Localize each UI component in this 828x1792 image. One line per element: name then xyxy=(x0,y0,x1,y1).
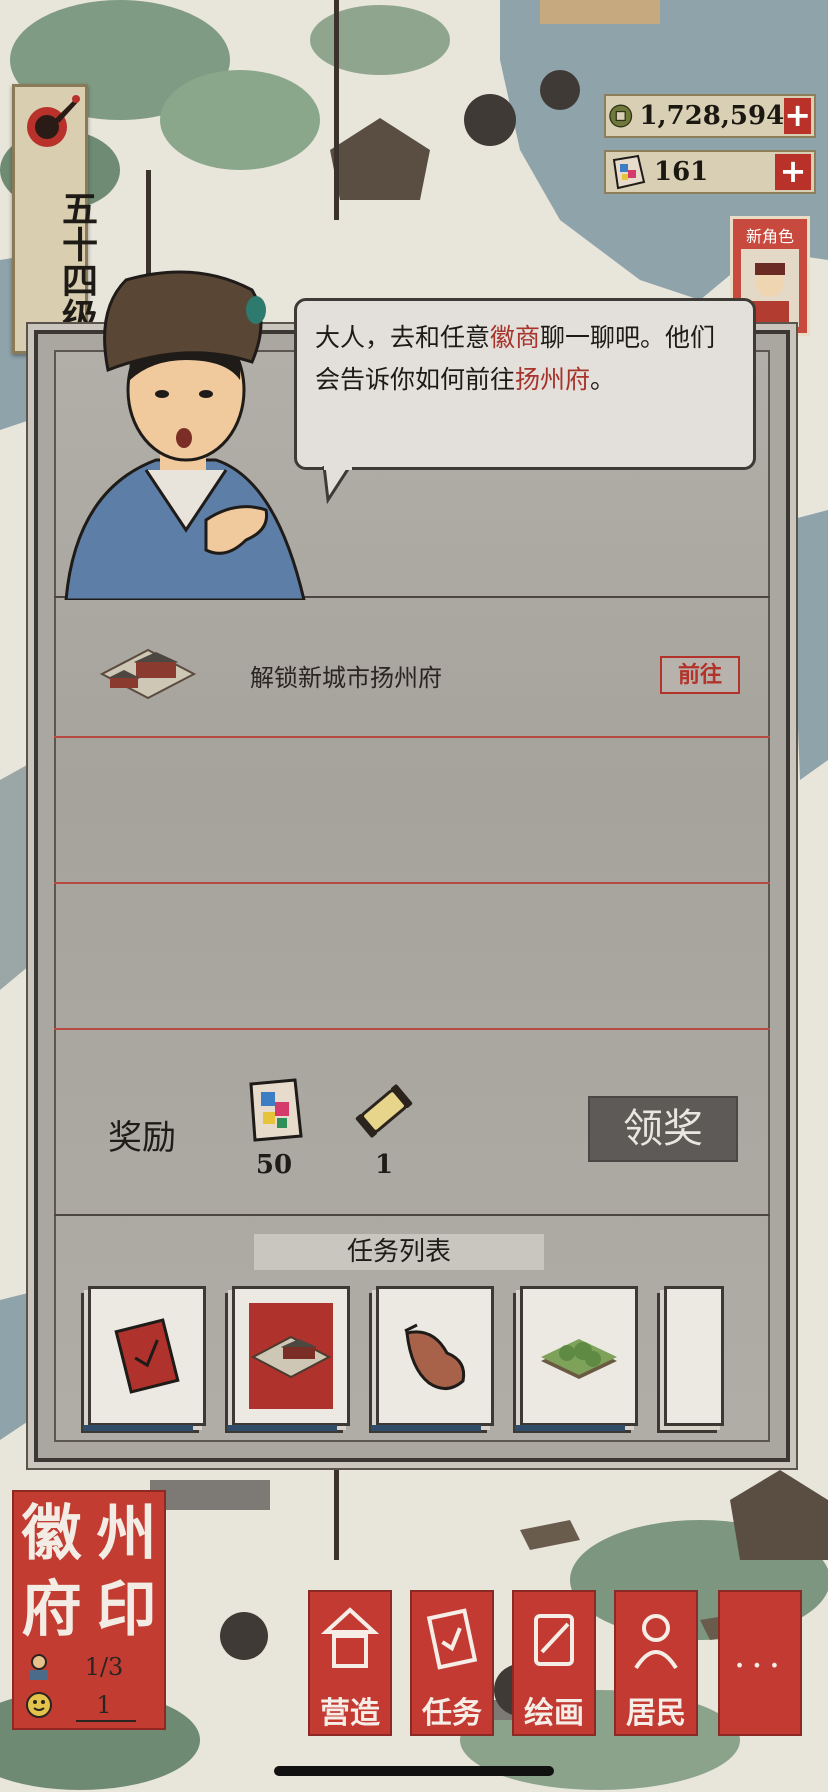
reward-qty-tickets: 50 xyxy=(255,1150,293,1180)
dialog-part-1: 大人，去和任意 xyxy=(315,323,491,352)
menu-paint-label: 绘画 xyxy=(524,1696,584,1731)
dialog-highlight-city: 扬州府 xyxy=(515,365,591,394)
seal-count-1: 1/3 xyxy=(84,1653,124,1681)
building-icon xyxy=(99,648,197,700)
tickets-counter: 161 + xyxy=(604,150,816,194)
resident-icon xyxy=(634,1614,678,1670)
dialog-part-3: 。 xyxy=(590,365,616,394)
task-card-5[interactable] xyxy=(664,1286,724,1426)
card-binder xyxy=(371,1425,481,1431)
coins-counter: 1,728,594 + xyxy=(604,94,816,138)
quest-row: 解锁新城市扬州府 前往 xyxy=(54,614,770,734)
card-binder xyxy=(515,1425,625,1431)
reward-item-tickets: 50 xyxy=(234,1076,314,1180)
quest-line-1 xyxy=(54,736,770,738)
seal-count-2: 1 xyxy=(96,1691,112,1719)
task-list-title: 任务列表 xyxy=(254,1234,544,1270)
quest-line-3 xyxy=(54,1028,770,1030)
seal-char-4: 印 xyxy=(96,1575,157,1645)
add-coins-button[interactable]: + xyxy=(784,98,811,134)
seal-char-1: 徽 xyxy=(21,1499,82,1569)
coins-value: 1,728,594 xyxy=(639,101,785,131)
card-binder xyxy=(664,1425,724,1426)
dialog-highlight-merchant: 徽商 xyxy=(490,323,541,352)
card-binder xyxy=(227,1425,337,1431)
smiley-icon xyxy=(26,1692,52,1718)
npc-speech-bubble: 大人，去和任意徽商聊一聊吧。他们会告诉你如何前往扬州府。 xyxy=(294,298,756,470)
task-card-1[interactable] xyxy=(83,1286,206,1431)
reward-item-scroll: 1 xyxy=(344,1076,424,1180)
tickets-value: 161 xyxy=(654,157,709,187)
menu-task-button[interactable]: 任务 xyxy=(410,1590,494,1736)
more-icon: ··· xyxy=(733,1646,787,1687)
quest-line-2 xyxy=(54,882,770,884)
colorful-ticket-icon xyxy=(612,154,646,190)
leather-pouch-icon xyxy=(404,1323,466,1390)
coin-icon xyxy=(609,104,633,128)
building-icon xyxy=(249,1303,333,1409)
task-book-icon xyxy=(426,1608,478,1670)
menu-paint-button[interactable]: 绘画 xyxy=(512,1590,596,1736)
npc-dialog-text: 大人，去和任意徽商聊一聊吧。他们会告诉你如何前往扬州府。 xyxy=(315,317,737,401)
pavilion-icon xyxy=(320,1607,380,1668)
reward-divider xyxy=(54,1214,770,1216)
reward-label: 奖励 xyxy=(108,1118,176,1158)
claim-reward-button[interactable]: 领奖 xyxy=(588,1096,738,1162)
menu-build-button[interactable]: 营造 xyxy=(308,1590,392,1736)
seal-stat-row-2: 1 xyxy=(24,1688,154,1722)
reward-qty-scroll: 1 xyxy=(374,1150,394,1180)
brush-emblem-icon xyxy=(27,95,80,147)
task-card-3[interactable] xyxy=(371,1286,494,1431)
speech-bubble-tail xyxy=(322,466,352,505)
menu-task-label: 任务 xyxy=(422,1696,482,1731)
add-tickets-button[interactable]: + xyxy=(775,154,811,190)
red-book-icon xyxy=(114,1318,180,1394)
npc-portrait xyxy=(64,270,306,600)
goto-button[interactable]: 前往 xyxy=(660,656,740,694)
menu-resident-button[interactable]: 居民 xyxy=(614,1590,698,1736)
menu-more-button[interactable]: ··· xyxy=(718,1590,802,1736)
scroll-icon xyxy=(355,1084,413,1138)
new-character-label: 新角色 xyxy=(745,227,794,246)
colorful-ticket-icon xyxy=(249,1078,303,1142)
city-seal-card[interactable]: 徽 州 府 印 1/3 1 xyxy=(12,1490,166,1730)
card-binder xyxy=(83,1425,193,1431)
seal-char-3: 府 xyxy=(21,1575,82,1645)
home-indicator[interactable] xyxy=(274,1766,554,1776)
task-card-4[interactable] xyxy=(515,1286,638,1431)
painting-scroll-icon xyxy=(534,1614,574,1666)
seal-stat-row-1: 1/3 xyxy=(24,1650,154,1684)
villager-icon xyxy=(30,1654,48,1680)
seal-underline xyxy=(76,1720,136,1722)
menu-build-label: 营造 xyxy=(320,1696,380,1731)
menu-resident-label: 居民 xyxy=(626,1696,686,1731)
city-seal-title: 徽 州 府 印 xyxy=(14,1496,164,1646)
field-plot-icon xyxy=(541,1339,617,1379)
task-card-2[interactable] xyxy=(227,1286,350,1431)
quest-description: 解锁新城市扬州府 xyxy=(250,664,442,692)
seal-char-2: 州 xyxy=(96,1499,157,1569)
